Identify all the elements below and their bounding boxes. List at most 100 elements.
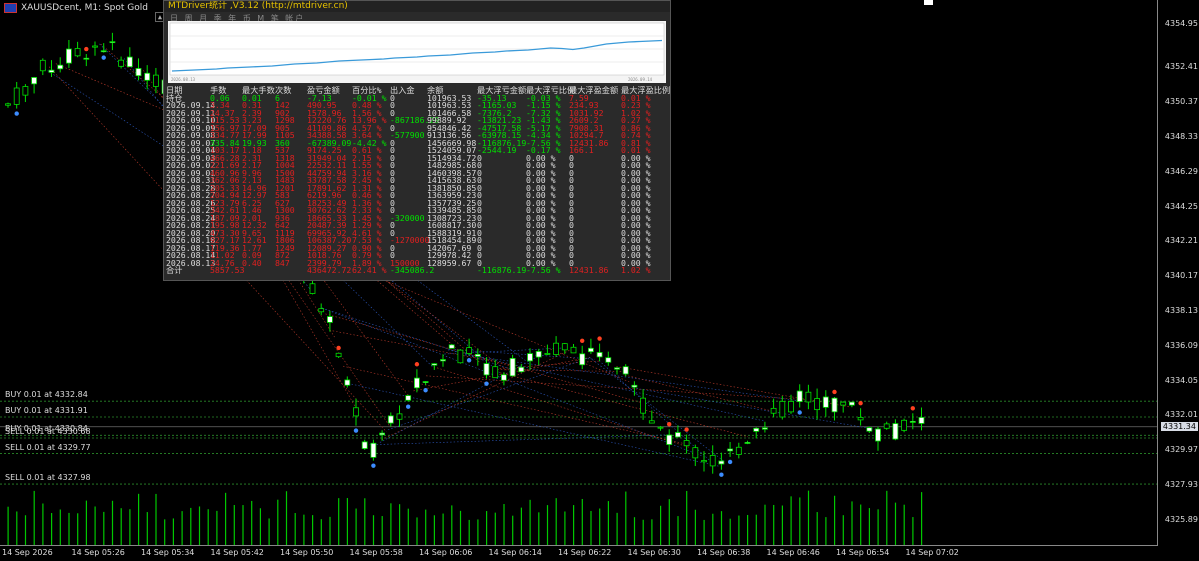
stats-row: 2026.08.17 119.36 1.77 1249 12089.27 0.90 % 0 1… xyxy=(164,244,670,253)
candle-body xyxy=(48,69,55,73)
time-tick: 14 Sep 05:26 xyxy=(71,548,125,557)
volume-bar xyxy=(886,490,888,545)
time-tick: 14 Sep 05:50 xyxy=(280,548,334,557)
price-tick: 4352.41 xyxy=(1164,62,1198,72)
volume-bar xyxy=(868,508,870,545)
volume-bar xyxy=(329,516,331,545)
volume-bar xyxy=(477,519,479,545)
volume-bar xyxy=(16,511,18,545)
symbol-title: XAUUSDcent, M1: Spot Gold xyxy=(21,3,148,13)
volume-bar xyxy=(259,508,261,545)
candle-body xyxy=(753,427,760,432)
candle-body xyxy=(683,440,690,447)
candle-body xyxy=(796,390,803,403)
volume-bar xyxy=(738,515,740,545)
volume-bar xyxy=(816,512,818,545)
buy-marker xyxy=(484,381,489,386)
order-label[interactable]: SELL 0.01 at 4330.68 xyxy=(5,427,91,436)
stats-cell: -2544.19 xyxy=(477,145,517,155)
volume-bar xyxy=(590,510,592,545)
stats-cell: 62.41 % xyxy=(352,265,387,275)
candle-body xyxy=(744,442,751,444)
volume-bar xyxy=(842,515,844,545)
sell-marker xyxy=(684,427,689,432)
volume-bar xyxy=(694,509,696,545)
volume-bar xyxy=(625,491,627,545)
volume-bar xyxy=(807,490,810,545)
price-tick: 4334.05 xyxy=(1164,375,1198,385)
candle-body xyxy=(866,427,873,432)
volume-bar xyxy=(503,504,505,545)
volume-bar xyxy=(703,519,705,545)
order-label[interactable]: SELL 0.01 at 4329.77 xyxy=(5,443,91,452)
candle-body xyxy=(849,401,855,406)
candle-body xyxy=(918,417,925,424)
candle-body xyxy=(727,448,733,452)
volume-bar xyxy=(146,512,148,545)
trade-link xyxy=(413,357,590,392)
candle-body xyxy=(448,344,455,349)
price-tick: 4332.01 xyxy=(1164,410,1198,420)
time-tick: 14 Sep 07:02 xyxy=(905,548,959,557)
candle-body xyxy=(440,359,446,362)
sell-marker xyxy=(910,406,915,411)
buy-marker xyxy=(423,388,428,393)
volume-bar xyxy=(24,515,27,545)
candle-body xyxy=(553,342,559,355)
time-tick: 14 Sep 06:38 xyxy=(697,548,751,557)
time-tick: 14 Sep 06:30 xyxy=(627,548,681,557)
volume-bar xyxy=(529,499,531,545)
stats-row: 合计 5857.53 436472.72 62.41 % -345086.2 -11687… xyxy=(164,265,670,275)
buy-marker xyxy=(14,111,19,116)
sell-marker xyxy=(414,362,420,367)
candle-body xyxy=(466,347,473,354)
close-icon[interactable] xyxy=(924,0,933,5)
volume-bar xyxy=(225,492,227,545)
stats-header-row: 日期 手数 最大手数 次数 盈亏金额 百分比% 出入金 余额 最大浮亏金额 最大浮亏比例 最大浮盈金… xyxy=(164,86,670,95)
trade-link xyxy=(589,357,725,463)
volume-bar xyxy=(651,519,653,545)
volume-bar xyxy=(755,514,757,545)
candle-body xyxy=(588,347,594,353)
volume-bar xyxy=(573,505,575,545)
volume-bar xyxy=(77,513,79,545)
volume-bar xyxy=(520,507,522,545)
order-label[interactable]: BUY 0.01 at 4332.84 xyxy=(5,390,88,399)
volume-bar xyxy=(338,498,340,545)
candle-body xyxy=(544,353,551,355)
volume-bar xyxy=(538,512,540,545)
candle-body xyxy=(318,308,325,313)
volume-bar xyxy=(512,515,514,545)
volume-bar xyxy=(364,498,366,545)
candle-body xyxy=(596,352,603,358)
sell-marker xyxy=(832,389,837,395)
volume-bar xyxy=(346,498,348,545)
candle-body xyxy=(509,358,516,377)
stats-cell: 1.02 % xyxy=(621,265,651,275)
equity-date-start: 2026.08.13 xyxy=(171,77,196,82)
price-tick: 4346.29 xyxy=(1164,166,1198,176)
candle-body xyxy=(109,41,116,44)
candle-body xyxy=(118,59,124,67)
current-price-tag: 4331.34 xyxy=(1160,421,1198,431)
candle-body xyxy=(605,357,612,363)
order-label[interactable]: SELL 0.01 at 4327.98 xyxy=(5,473,91,482)
order-label[interactable]: BUY 0.01 at 4331.91 xyxy=(5,406,88,415)
candle-body xyxy=(527,353,533,362)
candle-body xyxy=(309,283,316,294)
volume-bar xyxy=(468,519,470,545)
volume-bar xyxy=(85,500,87,545)
price-tick: 4340.17 xyxy=(1164,271,1198,281)
candle-body xyxy=(126,56,133,68)
panel-title[interactable]: MTDriver统计 ,V3.12 (http://mtdriver.cn) xyxy=(164,1,670,12)
volume-bar xyxy=(599,508,601,545)
volume-bar xyxy=(668,499,670,545)
candle-body xyxy=(657,426,664,429)
candle-body xyxy=(631,384,638,388)
stats-panel[interactable]: MTDriver统计 ,V3.12 (http://mtdriver.cn) 日… xyxy=(163,0,671,281)
volume-bar xyxy=(773,504,775,545)
stats-cell: 12431.86 xyxy=(569,265,609,275)
trade-link xyxy=(332,330,517,367)
sell-marker xyxy=(84,46,89,52)
candle-body xyxy=(152,74,159,87)
